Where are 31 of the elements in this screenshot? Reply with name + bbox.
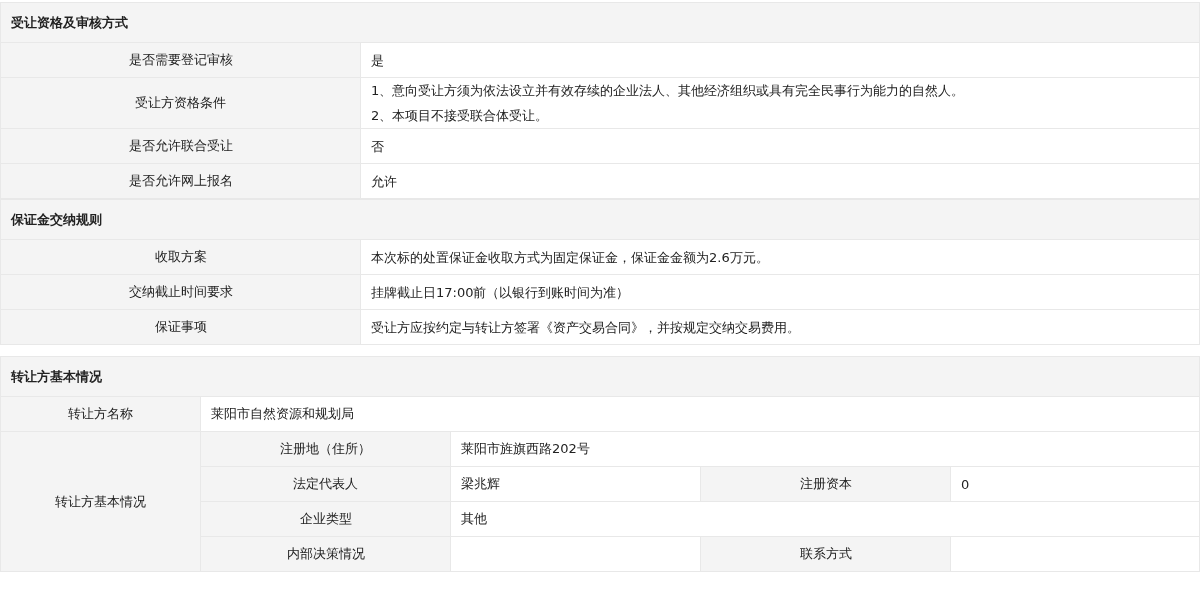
field-label: 受让方资格条件	[135, 95, 226, 110]
field-label: 收取方案	[154, 249, 207, 264]
field-value: 受让方应按约定与转让方签署《资产交易合同》，并按规定交纳交易费用。	[371, 318, 801, 337]
section-title: 转让方基本情况	[11, 368, 102, 384]
field-value: 0	[961, 476, 970, 492]
field-label: 企业类型	[299, 511, 352, 526]
section-title: 受让资格及审核方式	[11, 14, 128, 30]
field-label: 注册资本	[799, 476, 852, 491]
field-label: 法定代表人	[293, 476, 358, 491]
field-label: 转让方基本情况	[55, 493, 146, 509]
field-value: 本次标的处置保证金收取方式为固定保证金，保证金金额为2.6万元。	[371, 248, 770, 267]
field-value: 允许	[371, 172, 398, 191]
field-label: 是否允许网上报名	[128, 173, 233, 188]
field-value: 挂牌截止日17:00前（以银行到账时间为准）	[371, 283, 631, 302]
field-value: 2、本项目不接受联合体受让。	[371, 107, 550, 125]
field-value: 1、意向受让方须为依法设立并有效存续的企业法人、其他经济组织或具有完全民事行为能力的自然人。	[371, 82, 966, 100]
field-value: 其他	[461, 511, 487, 526]
field-label: 是否需要登记审核	[128, 52, 233, 67]
field-value: 莱阳市旌旗西路202号	[461, 441, 590, 456]
field-value: 是	[371, 51, 385, 70]
field-value: 莱阳市自然资源和规划局	[211, 406, 354, 421]
field-label: 联系方式	[799, 546, 852, 561]
section-title: 保证金交纳规则	[11, 211, 102, 227]
field-label: 是否允许联合受让	[128, 138, 233, 153]
field-label: 内部决策情况	[286, 546, 365, 561]
field-label: 注册地（住所）	[280, 441, 371, 456]
field-label: 转让方名称	[68, 406, 133, 421]
field-value: 梁兆辉	[461, 476, 500, 491]
field-label: 保证事项	[154, 319, 207, 334]
field-value: 否	[371, 137, 385, 156]
field-label: 交纳截止时间要求	[128, 284, 233, 299]
